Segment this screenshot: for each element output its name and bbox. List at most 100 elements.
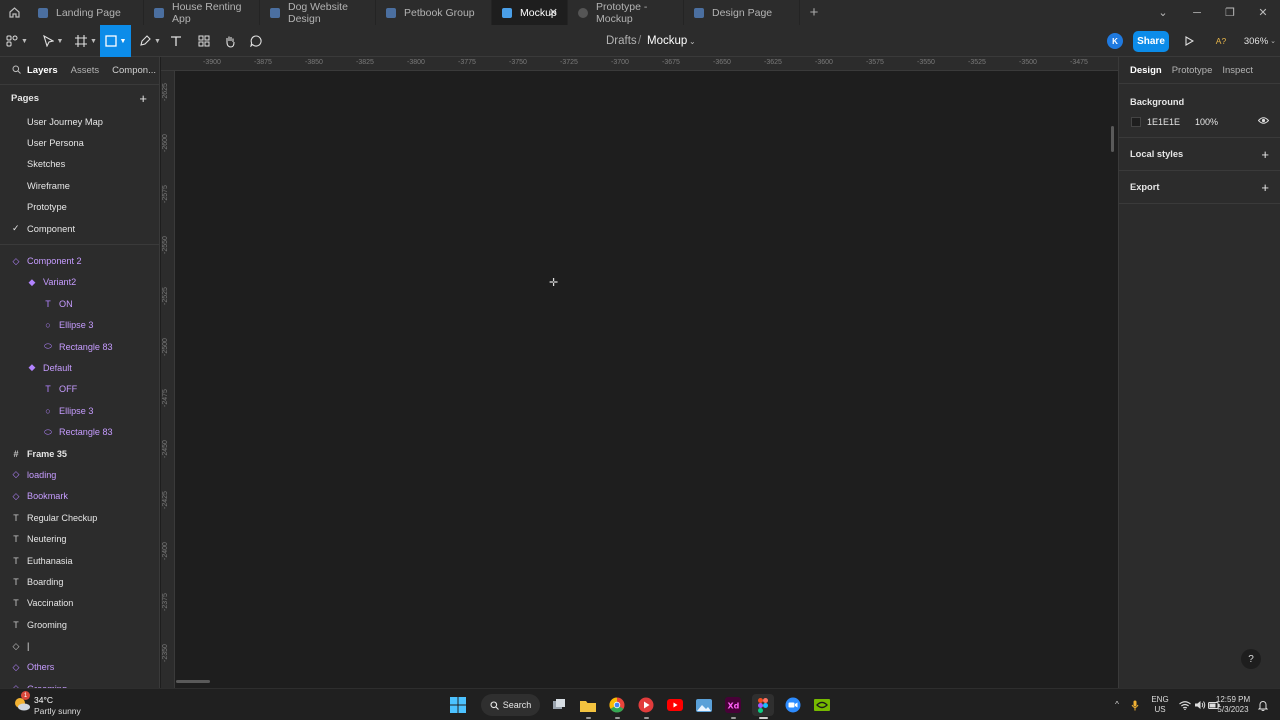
layer-item[interactable]: ◇ | (0, 635, 159, 656)
page-item[interactable]: ✓ Component (0, 218, 159, 239)
share-button[interactable]: Share (1133, 31, 1169, 52)
layer-item-label: Rectangle 83 (59, 427, 113, 438)
search-icon[interactable] (12, 65, 21, 77)
page-item[interactable]: Sketches (0, 154, 159, 175)
tab-design-page[interactable]: Design Page (684, 0, 800, 25)
home-icon[interactable] (0, 0, 28, 25)
layer-item[interactable]: ⬭ Rectangle 83 (0, 421, 159, 442)
zoom-level[interactable]: 306% (1240, 25, 1272, 57)
layer-item[interactable]: ◆ Variant2 (0, 272, 159, 293)
layer-item[interactable]: ◆ Default (0, 357, 159, 378)
show-hidden-icons-icon[interactable]: ^ (1110, 689, 1124, 720)
tab-layers[interactable]: Layers (27, 65, 58, 76)
horizontal-scrollbar[interactable] (176, 680, 210, 683)
tab-prototype-mockup[interactable]: Prototype - Mockup (568, 0, 684, 25)
present-icon[interactable] (1180, 25, 1198, 57)
canvas[interactable] (175, 71, 1118, 688)
notification-bell-icon[interactable] (1256, 689, 1270, 720)
background-opacity[interactable]: 100% (1195, 117, 1218, 127)
pen-tool-icon[interactable]: ▼ (136, 25, 164, 57)
layer-item[interactable]: ⬭ Rectangle 83 (0, 336, 159, 357)
layer-item[interactable]: T Boarding (0, 571, 159, 592)
layer-item[interactable]: T ON (0, 293, 159, 314)
tab-house-renting-app[interactable]: House Renting App (144, 0, 260, 25)
file-name[interactable]: Mockup (647, 25, 687, 57)
tab-design[interactable]: Design (1130, 65, 1162, 76)
help-button[interactable]: ? (1241, 649, 1261, 669)
layer-item[interactable]: ◇ loading (0, 464, 159, 485)
add-export-icon[interactable]: + (1261, 180, 1269, 195)
figma-icon[interactable] (752, 694, 774, 719)
tab-inspect[interactable]: Inspect (1222, 65, 1253, 76)
ruler-tick-label: -2425 (162, 491, 169, 509)
tab-assets[interactable]: Assets (71, 65, 100, 76)
page-item[interactable]: Prototype (0, 197, 159, 218)
eye-icon[interactable] (1257, 116, 1270, 128)
tab-petbook-group[interactable]: Petbook Group (376, 0, 492, 25)
move-tool-icon[interactable]: ▼ (38, 25, 68, 57)
layer-item[interactable]: T Neutering (0, 528, 159, 549)
vertical-scrollbar[interactable] (1111, 126, 1114, 152)
weather-icon[interactable]: 1 (12, 691, 32, 714)
comment-tool-icon[interactable] (246, 25, 266, 57)
rectangle-icon: ⬭ (44, 341, 52, 352)
layer-item[interactable]: # Frame 35 (0, 443, 159, 464)
tab-dog-website-design[interactable]: Dog Website Design (260, 0, 376, 25)
add-style-icon[interactable]: + (1261, 147, 1269, 162)
minimize-icon[interactable]: ─ (1180, 0, 1214, 25)
resources-icon[interactable] (194, 25, 214, 57)
youtube-icon[interactable] (664, 694, 686, 716)
layer-item[interactable]: T Regular Checkup (0, 507, 159, 528)
close-window-icon[interactable]: ✕ (1246, 0, 1280, 25)
wifi-icon[interactable] (1178, 689, 1192, 720)
tab-prototype[interactable]: Prototype (1172, 65, 1213, 76)
tab-mockup[interactable]: Mockup ✕ (492, 0, 568, 25)
windows-start-icon[interactable] (447, 694, 469, 716)
frame-tool-icon[interactable]: ▼ (72, 25, 100, 57)
taskbar-search[interactable]: Search (481, 694, 540, 716)
avatar[interactable]: K (1107, 33, 1123, 49)
volume-icon[interactable] (1193, 689, 1207, 720)
new-tab-icon[interactable]: + (800, 0, 828, 25)
task-view-icon[interactable] (548, 694, 570, 716)
chevron-down-icon[interactable]: ⌄ (689, 25, 696, 57)
zoom-app-icon[interactable] (782, 694, 804, 716)
chevron-down-icon[interactable]: ⌄ (1146, 0, 1180, 25)
language-indicator[interactable]: ENG US (1147, 689, 1173, 720)
layer-item[interactable]: ◇Grooming (0, 678, 159, 688)
text-tool-icon[interactable] (166, 25, 186, 57)
page-item[interactable]: Wireframe (0, 175, 159, 196)
layer-item[interactable]: T Vaccination (0, 593, 159, 614)
layer-item[interactable]: T OFF (0, 379, 159, 400)
microphone-icon[interactable] (1128, 689, 1142, 720)
close-tab-icon[interactable]: ✕ (549, 6, 558, 19)
hand-tool-icon[interactable] (220, 25, 240, 57)
layer-item[interactable]: ○ Ellipse 3 (0, 400, 159, 421)
layer-item[interactable]: ◇ Component 2 (0, 250, 159, 271)
chrome-icon[interactable] (606, 694, 628, 719)
media-player-icon[interactable] (635, 694, 657, 719)
chevron-down-icon[interactable]: ⌄ (1269, 25, 1277, 57)
background-hex[interactable]: 1E1E1E (1147, 117, 1180, 127)
breadcrumb-drafts[interactable]: Drafts (606, 25, 637, 57)
file-explorer-icon[interactable] (577, 694, 599, 719)
layer-item[interactable]: ◇ Others (0, 657, 159, 678)
tab-component-page[interactable]: Compon... (112, 65, 156, 76)
page-item[interactable]: User Journey Map (0, 111, 159, 132)
adobe-xd-icon[interactable]: Xd (722, 694, 744, 719)
layer-item[interactable]: ◇ Bookmark (0, 486, 159, 507)
restore-icon[interactable]: ❐ (1213, 0, 1247, 25)
photos-icon[interactable] (693, 694, 715, 716)
tab-landing-page[interactable]: Landing Page (28, 0, 144, 25)
background-swatch[interactable] (1131, 117, 1141, 127)
rectangle-tool-icon[interactable]: ▼ (100, 25, 131, 57)
nvidia-icon[interactable] (811, 694, 833, 716)
layer-item[interactable]: ○ Ellipse 3 (0, 315, 159, 336)
page-item[interactable]: User Persona (0, 132, 159, 153)
main-menu-icon[interactable]: ▼ (4, 25, 30, 57)
layer-item[interactable]: T Grooming (0, 614, 159, 635)
clock[interactable]: 12:59 PM 5/3/2023 (1214, 689, 1252, 720)
layer-item[interactable]: T Euthanasia (0, 550, 159, 571)
add-page-icon[interactable]: + (139, 91, 147, 106)
missing-fonts-icon[interactable]: A? (1211, 25, 1231, 57)
